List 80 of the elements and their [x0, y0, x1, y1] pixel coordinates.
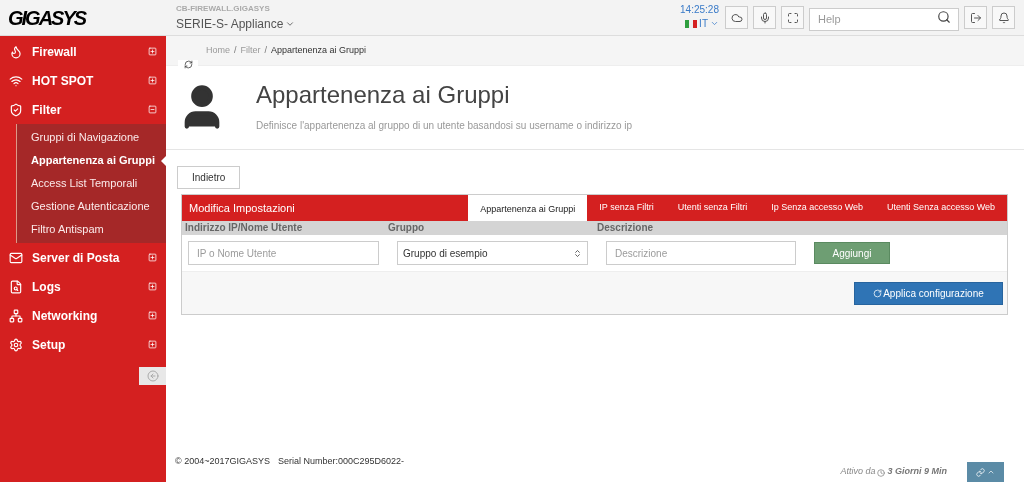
log-search-icon — [9, 279, 23, 294]
panel-title: Modifica Impostazioni — [188, 200, 296, 216]
uptime-value: 3 Giorni 9 Min — [887, 464, 947, 478]
fullscreen-icon — [786, 11, 799, 24]
page-subtitle: Definisce l'appartenenza al gruppo di un utente basandosi su username o indirizzo ip — [256, 119, 633, 133]
uptime-label: Attivo da — [840, 464, 876, 478]
tab[interactable]: IP senza Filtri — [587, 195, 666, 221]
cloud-icon — [730, 11, 743, 24]
language-menu[interactable]: IT — [685, 16, 719, 31]
hostname: CB-FIREWALL.GIGASYS — [176, 2, 271, 15]
expand-icon — [148, 311, 157, 320]
logout-icon — [969, 11, 982, 24]
tab[interactable]: Ip Senza accesso Web — [759, 195, 876, 221]
refresh-icon — [183, 59, 193, 69]
sidebar-item[interactable]: Filter — [0, 95, 166, 124]
microphone-button[interactable] — [753, 6, 776, 29]
sidebar-item[interactable]: Networking — [0, 301, 166, 330]
submenu-item[interactable]: Appartenenza ai Gruppi — [17, 149, 166, 172]
sidebar-item[interactable]: Firewall — [0, 37, 166, 66]
breadcrumb-separator: / — [264, 44, 268, 57]
collapse-icon — [148, 105, 157, 114]
envelope-icon — [9, 250, 23, 265]
breadcrumb-current: Appartenenza ai Gruppi — [271, 44, 367, 57]
notification-icon — [997, 11, 1010, 24]
refresh-button[interactable] — [178, 59, 198, 69]
sidebar-item[interactable]: HOT SPOT — [0, 66, 166, 95]
reload-icon — [873, 288, 883, 298]
selection-pointer — [161, 156, 166, 166]
logout-button[interactable] — [964, 6, 987, 29]
serial-number: Serial Number:000C295D6022- — [277, 454, 405, 468]
notifications-button[interactable] — [992, 6, 1015, 29]
expand-icon — [148, 253, 157, 262]
sidebar-item[interactable]: Server di Posta — [0, 243, 166, 272]
search-field[interactable]: Help — [809, 7, 959, 31]
fullscreen-button[interactable] — [781, 6, 804, 29]
submenu-item[interactable]: Access List Temporali — [17, 172, 166, 195]
submenu-item[interactable]: Gruppi di Navigazione — [17, 126, 166, 149]
shield-icon — [9, 102, 23, 117]
tab[interactable]: Utenti Senza accesso Web — [875, 195, 1007, 221]
clock-icon — [877, 469, 886, 477]
expand-icon — [148, 340, 157, 349]
column-header: Gruppo — [388, 221, 426, 235]
page-title: Appartenenza ai Gruppi — [256, 80, 511, 110]
flame-icon — [9, 44, 23, 59]
tab[interactable]: Utenti senza Filtri — [665, 195, 760, 221]
wifi-icon — [9, 73, 23, 88]
breadcrumb-link[interactable]: Filter — [240, 44, 261, 58]
flag-icon — [685, 19, 698, 28]
select-arrows-icon — [573, 248, 582, 258]
link-icon — [976, 467, 985, 477]
cloud-button[interactable] — [725, 6, 748, 29]
product-menu[interactable]: SERIE-S- Appliance — [176, 14, 296, 33]
clock: 14:25:28 — [680, 4, 719, 16]
user-field[interactable]: IP o Nome Utente — [188, 241, 379, 265]
sidebar-item[interactable]: Logs — [0, 272, 166, 301]
column-header: Descrizione — [597, 221, 655, 235]
add-button[interactable]: Aggiungi — [814, 242, 890, 264]
logo: GIGASYS — [8, 6, 86, 29]
links-button[interactable] — [967, 462, 1004, 482]
submenu-item[interactable]: Gestione Autenticazione — [17, 195, 166, 218]
apply-button[interactable]: Applica configurazione — [854, 281, 1003, 305]
breadcrumb-link[interactable]: Home — [206, 44, 230, 58]
network-icon — [9, 308, 23, 323]
search-icon — [937, 10, 951, 24]
column-header: Indirizzo IP/Nome Utente — [185, 221, 304, 235]
breadcrumb-separator: / — [234, 44, 237, 57]
back-button[interactable]: Indietro — [177, 166, 241, 189]
caret-icon — [987, 468, 995, 476]
expand-icon — [148, 76, 157, 85]
expand-icon — [148, 282, 157, 291]
submenu-item[interactable]: Filtro Antispam — [17, 218, 166, 241]
expand-icon — [148, 47, 157, 56]
sidebar-item[interactable]: Setup — [0, 330, 166, 359]
chevron-down-icon — [710, 19, 719, 28]
microphone-icon — [758, 11, 771, 24]
description-field[interactable]: Descrizione — [606, 241, 796, 265]
tab[interactable]: Appartenenza ai Gruppi — [468, 195, 588, 221]
group-select[interactable]: Gruppo di esempio — [397, 241, 588, 265]
copyright: © 2004~2017GIGASYS — [175, 454, 270, 468]
gear-icon — [9, 337, 23, 352]
